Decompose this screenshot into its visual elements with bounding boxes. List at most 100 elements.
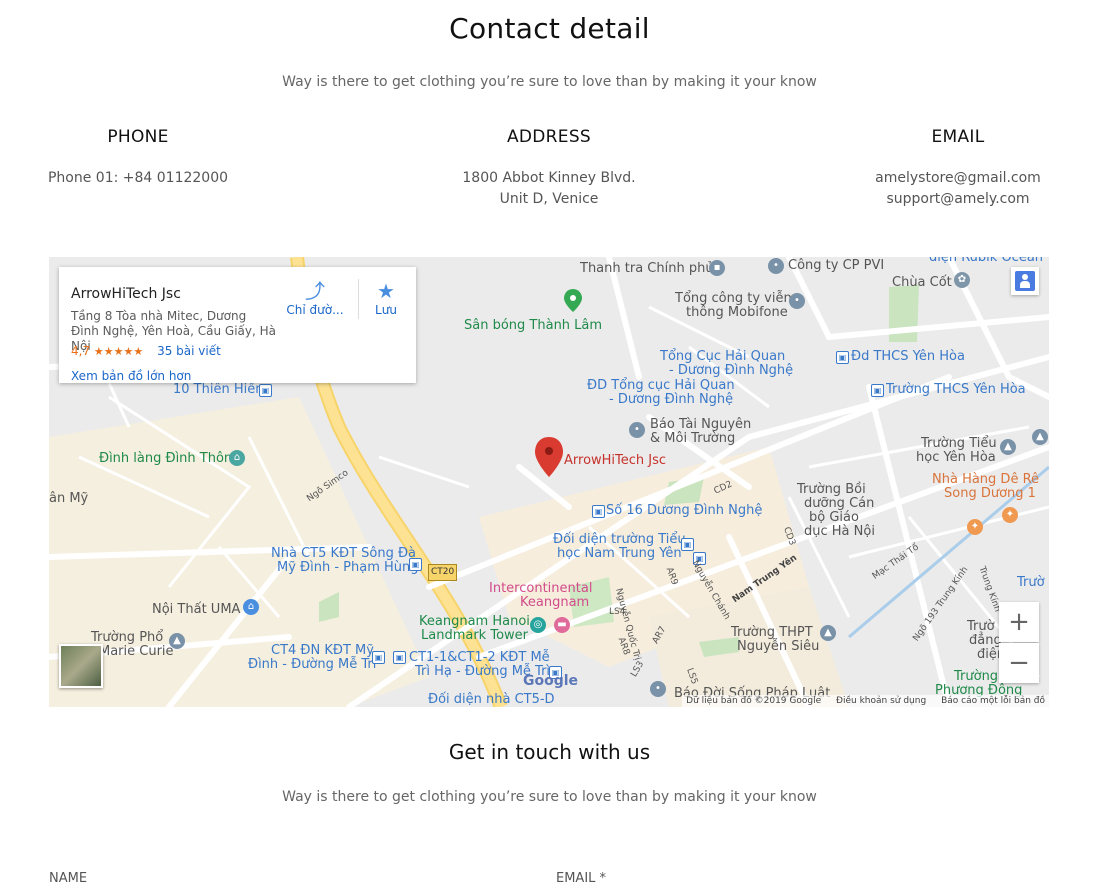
map-place[interactable]: Trường Phổ — [91, 630, 163, 645]
map-place[interactable]: ân Mỹ — [49, 491, 88, 506]
landmark-icon: ⌂ — [229, 450, 245, 466]
place-rating: 4,7 ★★★★★ 35 bài viết — [71, 344, 221, 358]
email-column: EMAIL amelystore@gmail.com support@amely… — [848, 127, 1068, 210]
bus-stop-icon: ▣ — [259, 384, 272, 397]
map-place[interactable]: Trường THCS Yên Hòa — [886, 382, 1026, 397]
zoom-out-button[interactable]: − — [999, 643, 1039, 683]
star-icon: ★ — [377, 279, 395, 303]
name-label: NAME — [49, 871, 88, 886]
map-footer: Dữ liệu bản đồ ©2019 Google Điều khoản s… — [682, 695, 1049, 707]
map-place[interactable]: học Yên Hòa — [916, 450, 996, 465]
map-place[interactable]: dục Hà Nội — [804, 524, 875, 539]
place-name: ArrowHiTech Jsc — [71, 286, 181, 302]
contact-title: Contact detail — [449, 12, 650, 45]
rating-stars: ★★★★★ — [93, 345, 144, 358]
place-pin-icon: • — [629, 422, 645, 438]
map-place[interactable]: Trường Tiểu — [921, 436, 997, 451]
directions-icon: ⤴ — [305, 279, 325, 303]
map-place[interactable]: bộ Giáo — [809, 510, 859, 525]
larger-map-link[interactable]: Xem bản đồ lớn hơn — [71, 369, 191, 383]
terms-link[interactable]: Điều khoản sử dụng — [836, 696, 926, 706]
map-place[interactable]: thông Mobifone — [686, 305, 788, 320]
phone-heading: PHONE — [107, 127, 169, 147]
map-place[interactable]: Đối diện nhà CT5-D — [428, 692, 555, 707]
map-place[interactable]: Đd THCS Yên Hòa — [851, 349, 965, 364]
address-value: 1800 Abbot Kinney Blvd. Unit D, Venice — [419, 168, 679, 210]
save-button[interactable]: ★ Lưu — [356, 279, 416, 317]
map-place[interactable]: Đình - Đường Mễ Trì — [248, 657, 376, 672]
touch-subtitle: Way is there to get clothing you’re sure… — [282, 789, 817, 805]
phone-value: Phone 01: +84 01122000 — [47, 170, 229, 186]
map-place[interactable]: Intercontinental — [489, 581, 592, 596]
map-place[interactable]: Chùa Cốt — [892, 275, 952, 290]
map-data-credit: Dữ liệu bản đồ ©2019 Google — [686, 696, 822, 706]
touch-title: Get in touch with us — [448, 740, 651, 764]
street-view-button[interactable] — [1011, 267, 1039, 295]
address-column: ADDRESS 1800 Abbot Kinney Blvd. Unit D, … — [419, 127, 679, 210]
map-place[interactable]: Tổng Cục Hải Quan — [660, 349, 785, 364]
map-place[interactable]: Landmark Tower — [421, 628, 528, 643]
map-place[interactable]: - Dương Đình Nghệ — [609, 392, 733, 407]
email-line-1[interactable]: amelystore@gmail.com — [848, 168, 1068, 189]
shop-icon: ⌂ — [243, 599, 259, 615]
email-label: EMAIL * — [556, 871, 607, 886]
email-line-2[interactable]: support@amely.com — [848, 189, 1068, 210]
bus-stop-icon: ▣ — [592, 505, 605, 518]
map-place[interactable]: dưỡng Cán — [804, 496, 874, 511]
place-info-card: ArrowHiTech Jsc Tầng 8 Tòa nhà Mitec, Dư… — [59, 267, 416, 383]
restaurant-icon: ✦ — [1002, 507, 1018, 523]
map-place[interactable]: Nguyễn Siêu — [737, 639, 819, 654]
map-place[interactable]: 10 Thiên Hiền — [173, 382, 263, 397]
temple-icon: ✿ — [954, 272, 970, 288]
road-shield: CT20 — [428, 564, 458, 581]
map-place[interactable]: Sân bóng Thành Lâm — [464, 318, 602, 333]
save-label: Lưu — [375, 303, 397, 317]
map-place[interactable]: học Nam Trung Yên — [557, 546, 682, 561]
map-place[interactable]: Thanh tra Chính phủ — [580, 261, 714, 276]
place-pin-icon: • — [768, 258, 784, 274]
map-place[interactable]: Trường THPT — [731, 625, 813, 640]
landmark-icon: ◎ — [530, 617, 546, 633]
restaurant-icon: ✦ — [967, 519, 983, 535]
map-place[interactable]: CT1-1&CT1-2 KĐT Mễ — [409, 650, 550, 665]
map-place[interactable]: Mỹ Đình - Phạm Hùng — [277, 560, 419, 575]
zoom-in-button[interactable]: + — [999, 602, 1039, 642]
map-place[interactable]: - Dương Đình Nghệ — [669, 363, 793, 378]
directions-button[interactable]: ⤴ Chỉ đườ... — [285, 279, 345, 317]
address-line-2: Unit D, Venice — [499, 191, 599, 207]
map-place[interactable]: & Môi Trường — [650, 431, 735, 446]
report-link[interactable]: Báo cáo một lỗi bản đồ — [941, 696, 1045, 706]
school-icon: ▲ — [1000, 439, 1016, 455]
map-place[interactable]: Công ty CP PVI — [788, 258, 884, 273]
map-pin-label[interactable]: ArrowHiTech Jsc — [564, 453, 666, 468]
map-place[interactable]: đẳng — [969, 633, 1002, 648]
map-place[interactable]: Trường — [954, 669, 998, 684]
map-place[interactable]: Trường Bồi — [797, 482, 866, 497]
map-place[interactable]: Nhà Hàng Dê Rê — [932, 472, 1039, 487]
bus-stop-icon: ▣ — [871, 384, 884, 397]
satellite-toggle[interactable] — [59, 644, 103, 688]
place-pin-icon: • — [650, 681, 666, 697]
map-place[interactable]: Số 16 Dương Đình Nghệ — [606, 503, 762, 518]
map-place[interactable]: Keangnam — [520, 595, 589, 610]
map-place[interactable]: Trườ — [967, 619, 995, 634]
map-place[interactable]: Báo Tài Nguyên — [650, 417, 751, 432]
map-place[interactable]: Nhà CT5 KĐT Sông Đà — [271, 546, 416, 561]
map-place[interactable]: Trườ — [1017, 575, 1045, 590]
map-place[interactable]: ĐD Tổng cục Hải Quan — [587, 378, 735, 393]
map-place[interactable]: Marie Curie — [99, 644, 174, 659]
map-place[interactable]: CT4 ĐN KĐT Mỹ — [271, 643, 374, 658]
map-place[interactable]: Song Dương 1 — [944, 486, 1036, 501]
email-value: amelystore@gmail.com support@amely.com — [848, 168, 1068, 210]
google-map[interactable]: Thanh tra Chính phủ ▪ • Công ty CP PVI đ… — [49, 257, 1049, 707]
map-place[interactable]: Đối diện trường Tiểu — [553, 532, 686, 547]
school-icon: ▲ — [1032, 429, 1048, 445]
contact-subtitle: Way is there to get clothing you’re sure… — [282, 74, 817, 90]
map-place[interactable]: Keangnam Hanoi — [419, 614, 530, 629]
reviews-link[interactable]: 35 bài viết — [157, 344, 221, 358]
map-place[interactable]: Nội Thất UMA — [152, 602, 240, 617]
map-place[interactable]: Tổng công ty viễn — [675, 291, 792, 306]
map-place[interactable]: Đình làng Đình Thôn — [99, 451, 232, 466]
map-place[interactable]: điện Rubik Ocean — [929, 257, 1043, 265]
address-heading: ADDRESS — [506, 127, 592, 147]
